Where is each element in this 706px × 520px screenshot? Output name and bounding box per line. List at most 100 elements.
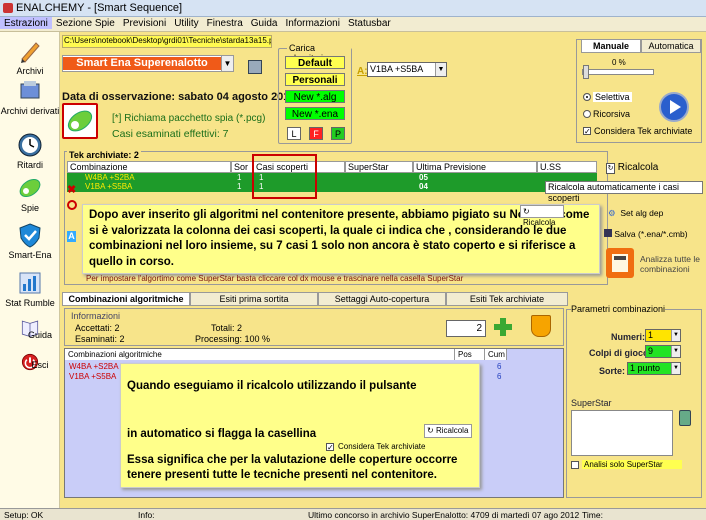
col-cum[interactable]: Cum bbox=[485, 349, 507, 360]
analisi-checkbox[interactable] bbox=[571, 461, 579, 469]
menu-sezione-spie[interactable]: Sezione Spie bbox=[52, 17, 119, 29]
col-sor[interactable]: Sor bbox=[231, 161, 253, 173]
algorithm-combo[interactable]: V1BA +S5BA ▼ bbox=[367, 62, 447, 77]
col-uss[interactable]: U.SS bbox=[537, 161, 597, 173]
refresh-icon: ↻ bbox=[606, 163, 615, 174]
ricorsiva-radio[interactable] bbox=[583, 110, 591, 118]
sidebar-item-spie[interactable]: Spie bbox=[0, 175, 60, 213]
count-field[interactable]: 2 bbox=[446, 320, 486, 337]
default-button[interactable]: Default bbox=[285, 56, 345, 69]
considera-tek-checkbox[interactable]: ✓ bbox=[583, 127, 591, 136]
new-ena-button[interactable]: New *.ena bbox=[285, 107, 345, 120]
p-button[interactable]: P bbox=[331, 127, 345, 140]
tab-manuale[interactable]: Manuale bbox=[581, 39, 641, 53]
play-button[interactable] bbox=[659, 92, 689, 122]
bin-icon[interactable] bbox=[679, 410, 691, 426]
note-ricalcola-button: ↻ Ricalcola bbox=[520, 205, 564, 227]
chevron-down-icon[interactable]: ▼ bbox=[671, 346, 680, 357]
menu-statusbar[interactable]: Statusbar bbox=[344, 17, 395, 29]
menu-informazioni[interactable]: Informazioni bbox=[281, 17, 343, 29]
personali-button[interactable]: Personali bbox=[285, 73, 345, 86]
col-pos[interactable]: Pos bbox=[455, 349, 485, 360]
sidebar-item-stat-rumble[interactable]: Stat Rumble bbox=[0, 270, 60, 308]
recall-spy-text[interactable]: [*] Richiama pacchetto spia (*.pcg) bbox=[112, 113, 265, 124]
col-superstar[interactable]: SuperStar bbox=[345, 161, 413, 173]
sidebar-item-archivi-derivati[interactable]: Archivi derivati bbox=[0, 78, 60, 116]
menu-guida[interactable]: Guida bbox=[247, 17, 282, 29]
menu-utility[interactable]: Utility bbox=[170, 17, 202, 29]
sorte-combo[interactable]: 1 punto ▼ bbox=[627, 362, 681, 375]
menu-previsioni[interactable]: Previsioni bbox=[119, 17, 170, 29]
salva-button[interactable]: Salva (*.ena/*.cmb) bbox=[604, 229, 688, 239]
sidebar-item-guida[interactable]: Guida bbox=[0, 318, 60, 350]
sidebar: Archivi Archivi derivati Ritardi Spie Sm… bbox=[0, 32, 60, 508]
tab-combinazioni-algoritmiche[interactable]: Combinazioni algoritmiche bbox=[62, 292, 190, 306]
numeri-combo[interactable]: 1 ▼ bbox=[645, 329, 681, 342]
delete-icon[interactable]: ✖ bbox=[67, 183, 76, 196]
ricalcola-button[interactable]: ↻ Ricalcola bbox=[606, 162, 658, 174]
chevron-down-icon[interactable]: ▼ bbox=[671, 330, 680, 341]
info-group: Informazioni Accettati: 2 Esaminati: 2 T… bbox=[64, 308, 564, 346]
block-icon[interactable] bbox=[67, 200, 77, 210]
sidebar-item-ritardi[interactable]: Ritardi bbox=[0, 132, 60, 170]
info-caption: Informazioni bbox=[71, 311, 121, 321]
table-row[interactable]: W4BA +S2BA 1 1 05 bbox=[67, 173, 597, 182]
selettiva-label: Selettiva bbox=[593, 92, 632, 102]
set-alg-dep-button[interactable]: ⚙ Set alg dep bbox=[608, 208, 663, 219]
colpi-combo[interactable]: 9 ▼ bbox=[645, 345, 681, 358]
spy-icon bbox=[67, 110, 93, 132]
chevron-down-icon[interactable]: ▼ bbox=[435, 63, 446, 76]
note-2-line3: Essa significa che per la valutazione de… bbox=[127, 454, 458, 481]
f-button[interactable]: F bbox=[309, 127, 323, 140]
superstar-label: SuperStar bbox=[571, 398, 612, 408]
tek-rows: W4BA +S2BA 1 1 05 V1BA +S5BA 1 1 04 bbox=[67, 173, 597, 192]
plus-icon[interactable] bbox=[493, 317, 513, 337]
col-combinazioni[interactable]: Combinazioni algoritmiche bbox=[65, 349, 455, 360]
note-2-line2: in automatico si flagga la casellina bbox=[127, 428, 317, 440]
analizza-button[interactable] bbox=[606, 248, 634, 278]
chevron-down-icon[interactable]: ▼ bbox=[671, 363, 680, 374]
pencil-icon bbox=[21, 42, 40, 63]
menu-finestra[interactable]: Finestra bbox=[203, 17, 247, 29]
sidebar-item-smart-ena[interactable]: Smart-Ena bbox=[0, 222, 60, 260]
selettiva-radio[interactable] bbox=[583, 93, 591, 101]
sidebar-item-archivi[interactable]: Archivi bbox=[0, 38, 60, 76]
chevron-down-icon[interactable]: ▼ bbox=[221, 56, 233, 71]
col-ultima-previsione[interactable]: Ultima Previsione bbox=[413, 161, 537, 173]
superstar-box[interactable] bbox=[571, 410, 673, 456]
a-mark[interactable]: A bbox=[67, 231, 76, 242]
spy-load-button[interactable] bbox=[62, 103, 98, 139]
carica-algoritmi-group: Carica algoritmi Default Personali New *… bbox=[278, 43, 352, 144]
menu-bar: Estrazioni Sezione Spie Previsioni Utility F… bbox=[0, 17, 706, 32]
progress-slider[interactable] bbox=[582, 65, 654, 79]
totali: Totali: 2 bbox=[211, 323, 243, 333]
clock-icon bbox=[18, 133, 42, 157]
slider-knob[interactable] bbox=[583, 65, 589, 79]
title-bar: ENALCHEMY - [Smart Sequence] bbox=[0, 0, 706, 17]
status-bar: Setup: OK Info: Ultimo concorso in archi… bbox=[0, 508, 706, 520]
numeri-label: Numeri: bbox=[611, 332, 646, 342]
system-select[interactable]: Smart Ena Superenalotto ▼ bbox=[62, 55, 234, 72]
new-alg-button[interactable]: New *.alg bbox=[285, 90, 345, 103]
menu-estrazioni[interactable]: Estrazioni bbox=[0, 17, 52, 29]
bucket-icon[interactable] bbox=[531, 315, 551, 337]
analizza-label: Analizza tutte le combinazioni bbox=[640, 254, 701, 274]
col-combinazione[interactable]: Combinazione bbox=[67, 161, 231, 173]
save-disk-icon[interactable] bbox=[248, 60, 262, 74]
observation-date: Data di osservazione: sabato 04 agosto 2… bbox=[62, 91, 296, 103]
system-select-value: Smart Ena Superenalotto bbox=[63, 57, 221, 70]
casi-scoperti-highlight bbox=[252, 154, 317, 199]
l-button[interactable]: L bbox=[287, 127, 301, 140]
note-ricalcola-button-2: ↻ Ricalcola bbox=[424, 424, 472, 438]
tab-automatica[interactable]: Automatica bbox=[641, 39, 701, 53]
parametri-group: Parametri combinazioni Numeri: 1 ▼ Colpi … bbox=[566, 304, 702, 498]
table-row[interactable]: V1BA +S5BA 1 1 04 bbox=[67, 182, 597, 191]
shield-icon bbox=[19, 223, 41, 248]
tek-title: Tek archiviate: 2 bbox=[67, 150, 141, 160]
tab-esiti-tek-archiviate[interactable]: Esiti Tek archiviate bbox=[446, 292, 568, 306]
sidebar-item-esci[interactable]: Esci bbox=[0, 352, 60, 384]
tek-header: Combinazione Sor Casi scoperti SuperStar… bbox=[67, 161, 597, 173]
tab-esiti-prima-sortita[interactable]: Esiti prima sortita bbox=[190, 292, 318, 306]
tab-settaggi-auto-copertura[interactable]: Settaggi Auto-copertura bbox=[318, 292, 446, 306]
bottom-tabs: Combinazioni algoritmiche Esiti prima so… bbox=[62, 292, 568, 306]
